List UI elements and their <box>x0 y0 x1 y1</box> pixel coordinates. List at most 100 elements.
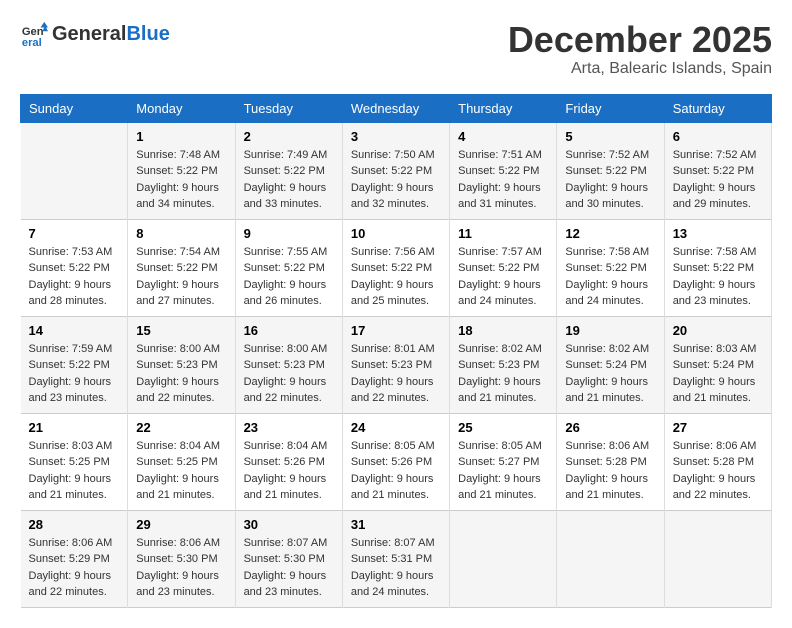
day-info: Sunrise: 8:07 AMSunset: 5:30 PMDaylight:… <box>244 537 328 599</box>
day-number: 1 <box>136 129 226 144</box>
col-sunday: Sunday <box>21 94 128 122</box>
calendar-table: Sunday Monday Tuesday Wednesday Thursday… <box>20 94 772 608</box>
day-info: Sunrise: 8:00 AMSunset: 5:23 PMDaylight:… <box>244 343 328 405</box>
day-info: Sunrise: 7:57 AMSunset: 5:22 PMDaylight:… <box>458 246 542 308</box>
calendar-cell: 17 Sunrise: 8:01 AMSunset: 5:23 PMDayligh… <box>342 316 449 413</box>
col-tuesday: Tuesday <box>235 94 342 122</box>
day-info: Sunrise: 8:06 AMSunset: 5:29 PMDaylight:… <box>29 537 113 599</box>
day-number: 14 <box>29 323 120 338</box>
col-friday: Friday <box>557 94 664 122</box>
col-saturday: Saturday <box>664 94 771 122</box>
day-number: 23 <box>244 420 334 435</box>
day-info: Sunrise: 7:56 AMSunset: 5:22 PMDaylight:… <box>351 246 435 308</box>
day-number: 9 <box>244 226 334 241</box>
month-title: December 2025 <box>508 20 772 60</box>
day-number: 25 <box>458 420 548 435</box>
day-number: 17 <box>351 323 441 338</box>
calendar-cell: 4 Sunrise: 7:51 AMSunset: 5:22 PMDaylight… <box>450 122 557 219</box>
day-number: 29 <box>136 517 226 532</box>
calendar-cell: 20Sunrise: 8:03 AMSunset: 5:24 PMDayligh… <box>664 316 771 413</box>
day-info: Sunrise: 7:48 AMSunset: 5:22 PMDaylight:… <box>136 149 220 211</box>
day-number: 4 <box>458 129 548 144</box>
day-number: 16 <box>244 323 334 338</box>
day-info: Sunrise: 8:05 AMSunset: 5:26 PMDaylight:… <box>351 440 435 502</box>
week-row-4: 21 Sunrise: 8:03 AMSunset: 5:25 PMDayligh… <box>21 413 772 510</box>
col-wednesday: Wednesday <box>342 94 449 122</box>
day-number: 27 <box>673 420 763 435</box>
day-info: Sunrise: 7:54 AMSunset: 5:22 PMDaylight:… <box>136 246 220 308</box>
calendar-cell: 23 Sunrise: 8:04 AMSunset: 5:26 PMDayligh… <box>235 413 342 510</box>
calendar-cell: 29 Sunrise: 8:06 AMSunset: 5:30 PMDayligh… <box>128 510 235 607</box>
calendar-cell: 15 Sunrise: 8:00 AMSunset: 5:23 PMDayligh… <box>128 316 235 413</box>
day-info: Sunrise: 8:04 AMSunset: 5:25 PMDaylight:… <box>136 440 220 502</box>
day-info: Sunrise: 8:02 AMSunset: 5:23 PMDaylight:… <box>458 343 542 405</box>
day-number: 31 <box>351 517 441 532</box>
day-info: Sunrise: 7:52 AMSunset: 5:22 PMDaylight:… <box>673 149 757 211</box>
logo: Gen eral GeneralBlue <box>20 20 170 48</box>
calendar-cell: 28Sunrise: 8:06 AMSunset: 5:29 PMDayligh… <box>21 510 128 607</box>
location: Arta, Balearic Islands, Spain <box>508 60 772 78</box>
day-info: Sunrise: 8:06 AMSunset: 5:28 PMDaylight:… <box>565 440 649 502</box>
calendar-cell: 30Sunrise: 8:07 AMSunset: 5:30 PMDayligh… <box>235 510 342 607</box>
calendar-cell: 24Sunrise: 8:05 AMSunset: 5:26 PMDayligh… <box>342 413 449 510</box>
day-info: Sunrise: 8:06 AMSunset: 5:28 PMDaylight:… <box>673 440 757 502</box>
day-number: 26 <box>565 420 655 435</box>
calendar-cell: 7 Sunrise: 7:53 AMSunset: 5:22 PMDaylight… <box>21 219 128 316</box>
logo-icon: Gen eral <box>20 20 48 48</box>
day-number: 10 <box>351 226 441 241</box>
day-info: Sunrise: 7:58 AMSunset: 5:22 PMDaylight:… <box>673 246 757 308</box>
day-info: Sunrise: 7:53 AMSunset: 5:22 PMDaylight:… <box>29 246 113 308</box>
week-row-1: 1 Sunrise: 7:48 AMSunset: 5:22 PMDaylight… <box>21 122 772 219</box>
day-number: 7 <box>29 226 120 241</box>
day-number: 6 <box>673 129 763 144</box>
calendar-cell: 26 Sunrise: 8:06 AMSunset: 5:28 PMDayligh… <box>557 413 664 510</box>
calendar-cell: 13 Sunrise: 7:58 AMSunset: 5:22 PMDayligh… <box>664 219 771 316</box>
calendar-cell: 12 Sunrise: 7:58 AMSunset: 5:22 PMDayligh… <box>557 219 664 316</box>
day-info: Sunrise: 8:01 AMSunset: 5:23 PMDaylight:… <box>351 343 435 405</box>
day-info: Sunrise: 7:59 AMSunset: 5:22 PMDaylight:… <box>29 343 113 405</box>
calendar-cell: 1 Sunrise: 7:48 AMSunset: 5:22 PMDaylight… <box>128 122 235 219</box>
day-info: Sunrise: 8:06 AMSunset: 5:30 PMDaylight:… <box>136 537 220 599</box>
day-number: 13 <box>673 226 763 241</box>
calendar-cell: 27 Sunrise: 8:06 AMSunset: 5:28 PMDayligh… <box>664 413 771 510</box>
day-number: 22 <box>136 420 226 435</box>
calendar-cell: 6 Sunrise: 7:52 AMSunset: 5:22 PMDaylight… <box>664 122 771 219</box>
title-area: December 2025 Arta, Balearic Islands, Sp… <box>508 20 772 78</box>
day-info: Sunrise: 8:07 AMSunset: 5:31 PMDaylight:… <box>351 537 435 599</box>
calendar-cell <box>21 122 128 219</box>
calendar-cell: 21 Sunrise: 8:03 AMSunset: 5:25 PMDayligh… <box>21 413 128 510</box>
calendar-cell <box>450 510 557 607</box>
day-info: Sunrise: 8:04 AMSunset: 5:26 PMDaylight:… <box>244 440 328 502</box>
day-info: Sunrise: 8:00 AMSunset: 5:23 PMDaylight:… <box>136 343 220 405</box>
day-number: 3 <box>351 129 441 144</box>
calendar-cell <box>664 510 771 607</box>
day-number: 12 <box>565 226 655 241</box>
calendar-cell: 11Sunrise: 7:57 AMSunset: 5:22 PMDayligh… <box>450 219 557 316</box>
week-row-2: 7 Sunrise: 7:53 AMSunset: 5:22 PMDaylight… <box>21 219 772 316</box>
calendar-cell: 18Sunrise: 8:02 AMSunset: 5:23 PMDayligh… <box>450 316 557 413</box>
day-info: Sunrise: 8:05 AMSunset: 5:27 PMDaylight:… <box>458 440 542 502</box>
day-number: 20 <box>673 323 763 338</box>
day-info: Sunrise: 7:58 AMSunset: 5:22 PMDaylight:… <box>565 246 649 308</box>
calendar-cell: 19Sunrise: 8:02 AMSunset: 5:24 PMDayligh… <box>557 316 664 413</box>
calendar-cell: 22 Sunrise: 8:04 AMSunset: 5:25 PMDayligh… <box>128 413 235 510</box>
calendar-cell: 9Sunrise: 7:55 AMSunset: 5:22 PMDaylight… <box>235 219 342 316</box>
day-info: Sunrise: 7:51 AMSunset: 5:22 PMDaylight:… <box>458 149 542 211</box>
day-info: Sunrise: 7:49 AMSunset: 5:22 PMDaylight:… <box>244 149 328 211</box>
calendar-cell <box>557 510 664 607</box>
calendar-cell: 16 Sunrise: 8:00 AMSunset: 5:23 PMDayligh… <box>235 316 342 413</box>
calendar-body: 1 Sunrise: 7:48 AMSunset: 5:22 PMDaylight… <box>21 122 772 607</box>
day-info: Sunrise: 8:03 AMSunset: 5:25 PMDaylight:… <box>29 440 113 502</box>
calendar-cell: 8Sunrise: 7:54 AMSunset: 5:22 PMDaylight… <box>128 219 235 316</box>
calendar-cell: 31 Sunrise: 8:07 AMSunset: 5:31 PMDayligh… <box>342 510 449 607</box>
calendar-cell: 5 Sunrise: 7:52 AMSunset: 5:22 PMDaylight… <box>557 122 664 219</box>
calendar-cell: 2 Sunrise: 7:49 AMSunset: 5:22 PMDaylight… <box>235 122 342 219</box>
day-number: 2 <box>244 129 334 144</box>
day-info: Sunrise: 7:52 AMSunset: 5:22 PMDaylight:… <box>565 149 649 211</box>
calendar-header: Sunday Monday Tuesday Wednesday Thursday… <box>21 94 772 122</box>
day-number: 15 <box>136 323 226 338</box>
svg-text:Gen: Gen <box>22 26 44 38</box>
day-number: 5 <box>565 129 655 144</box>
calendar-cell: 10 Sunrise: 7:56 AMSunset: 5:22 PMDayligh… <box>342 219 449 316</box>
day-number: 21 <box>29 420 120 435</box>
